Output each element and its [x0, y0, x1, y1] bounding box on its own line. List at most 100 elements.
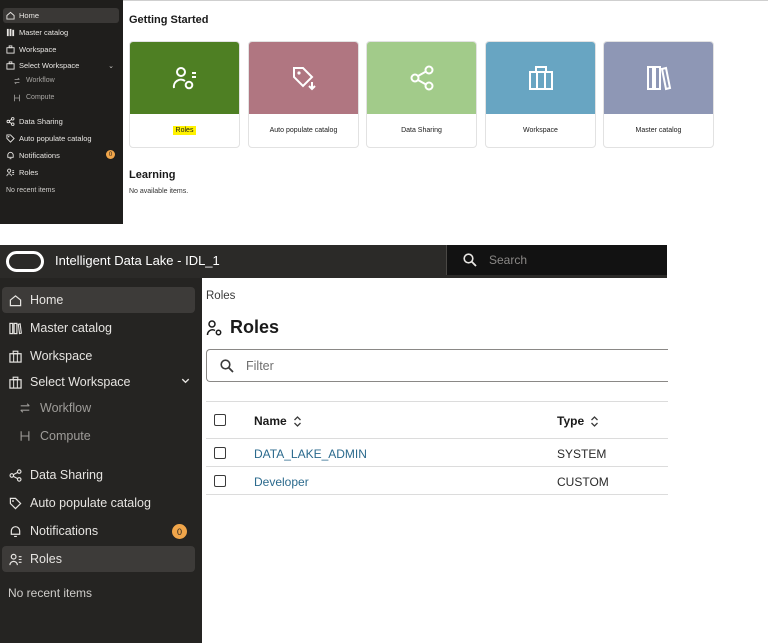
column-header-label: Name: [254, 414, 287, 428]
sidebar-item-label: Home: [30, 293, 64, 307]
sort-icon: [293, 415, 302, 427]
card-label: Auto populate catalog: [269, 127, 338, 134]
search-input[interactable]: [489, 253, 639, 267]
card-tile: [604, 42, 713, 114]
sidebar-item-label: Auto populate catalog: [30, 496, 151, 510]
workspace-icon: [5, 61, 15, 71]
share-icon: [8, 468, 22, 482]
sidebar-item-label: Compute: [26, 94, 55, 101]
sidebar-item-notifications[interactable]: Notifications: [2, 518, 195, 544]
app-title: Intelligent Data Lake - IDL_1: [55, 253, 220, 268]
column-header-name[interactable]: Name: [254, 414, 302, 428]
sidebar-item-label: Master catalog: [19, 28, 69, 37]
roles-icon: [171, 64, 199, 92]
sidebar-item-workspace[interactable]: Workspace: [3, 42, 56, 57]
tag-icon: [8, 496, 22, 510]
sidebar-item-data-sharing[interactable]: Data Sharing: [2, 462, 195, 488]
compute-icon: [18, 429, 32, 443]
top-divider: [123, 0, 768, 1]
learning-title: Learning: [129, 169, 176, 181]
page-title: Roles: [230, 317, 280, 337]
card-roles[interactable]: Roles: [129, 41, 240, 148]
card-workspace[interactable]: Workspace: [485, 41, 596, 148]
sidebar-item-label: Workspace: [30, 349, 93, 363]
workspace-icon: [5, 45, 15, 55]
table-row[interactable]: DATA_LAKE_ADMIN SYSTEM: [206, 439, 668, 467]
sidebar-item-auto-populate-catalog[interactable]: Auto populate catalog: [2, 490, 195, 516]
sidebar-item-select-workspace[interactable]: Select Workspace: [2, 369, 195, 395]
sidebar-item-workflow[interactable]: Workflow: [10, 73, 55, 88]
role-type: SYSTEM: [557, 447, 607, 461]
search-icon: [463, 253, 477, 267]
sidebar-item-roles[interactable]: Roles: [3, 165, 38, 180]
sidebar-item-notifications[interactable]: Notifications: [3, 148, 60, 163]
sidebar-item-label: Data Sharing: [19, 117, 63, 126]
table-row[interactable]: Developer CUSTOM: [206, 467, 668, 495]
search-box[interactable]: [446, 245, 667, 275]
sidebar-item-label: Workflow: [40, 401, 92, 415]
sidebar-item-roles[interactable]: Roles: [2, 546, 195, 572]
bell-icon: [5, 151, 15, 161]
sort-icon: [590, 415, 599, 427]
sidebar-item-label: Compute: [40, 429, 91, 443]
sidebar-item-select-workspace[interactable]: Select Workspace ⌄: [3, 58, 119, 73]
card-label: Workspace: [523, 127, 558, 134]
sidebar-item-label: Master catalog: [30, 321, 112, 335]
card-tile: [249, 42, 358, 114]
sidebar-item-workflow[interactable]: Workflow: [2, 395, 195, 421]
role-name-link[interactable]: DATA_LAKE_ADMIN: [254, 447, 367, 461]
sidebar-item-workspace[interactable]: Workspace: [2, 343, 195, 369]
catalog-icon: [645, 64, 673, 92]
chevron-down-icon: ⌄: [108, 62, 114, 70]
workspace-icon: [8, 375, 22, 389]
search-icon: [220, 358, 234, 373]
share-icon: [5, 117, 15, 127]
column-header-label: Type: [557, 414, 585, 428]
row-checkbox[interactable]: [214, 475, 226, 487]
sidebar-item-label: Data Sharing: [30, 468, 103, 482]
sidebar-item-label: Workflow: [26, 77, 55, 84]
sidebar-item-auto-populate-catalog[interactable]: Auto populate catalog: [3, 131, 92, 146]
recent-items-empty: No recent items: [8, 586, 93, 600]
learning-empty-text: No available items.: [129, 188, 189, 195]
top-sidebar: Home Master catalog Workspace Select Wor…: [0, 0, 123, 224]
card-tile: [130, 42, 239, 114]
select-all-checkbox[interactable]: [214, 414, 226, 426]
column-header-type[interactable]: Type: [557, 414, 599, 428]
card-master-catalog[interactable]: Master catalog: [603, 41, 714, 148]
sidebar-item-label: Auto populate catalog: [19, 134, 92, 143]
roles-icon: [5, 168, 15, 178]
catalog-icon: [5, 28, 15, 38]
page-header: Roles: [206, 317, 279, 338]
sidebar-item-label: Workspace: [19, 45, 57, 54]
sidebar-item-master-catalog[interactable]: Master catalog: [3, 25, 68, 40]
sidebar-item-label: Home: [19, 11, 40, 20]
sidebar-item-label: Notifications: [30, 524, 99, 538]
workspace-icon: [8, 349, 22, 363]
row-checkbox[interactable]: [214, 447, 226, 459]
sidebar-item-home[interactable]: Home: [3, 8, 119, 23]
sidebar-item-label: Select Workspace: [19, 61, 80, 70]
role-type: CUSTOM: [557, 475, 609, 489]
bell-icon: [8, 524, 22, 538]
oracle-logo[interactable]: [6, 251, 44, 272]
sidebar-item-compute[interactable]: Compute: [2, 423, 195, 449]
card-auto-populate-catalog[interactable]: Auto populate catalog: [248, 41, 359, 148]
filter-input[interactable]: [246, 358, 546, 373]
sidebar-item-home[interactable]: Home: [2, 287, 195, 313]
filter-box[interactable]: [206, 349, 668, 382]
sidebar-item-data-sharing[interactable]: Data Sharing: [3, 114, 63, 129]
chevron-down-icon[interactable]: [180, 375, 191, 389]
sidebar: Home Master catalog Workspace Select Wor…: [0, 278, 202, 643]
tag-icon: [5, 134, 15, 144]
getting-started-screenshot: Home Master catalog Workspace Select Wor…: [0, 0, 768, 224]
breadcrumb[interactable]: Roles: [206, 290, 235, 302]
workflow-icon: [18, 401, 32, 415]
sidebar-item-master-catalog[interactable]: Master catalog: [2, 315, 195, 341]
notifications-badge: 0: [172, 524, 187, 539]
sidebar-item-label: Roles: [30, 552, 62, 566]
roles-icon: [206, 319, 224, 337]
role-name-link[interactable]: Developer: [254, 475, 309, 489]
card-data-sharing[interactable]: Data Sharing: [366, 41, 477, 148]
sidebar-item-compute[interactable]: Compute: [10, 90, 54, 105]
